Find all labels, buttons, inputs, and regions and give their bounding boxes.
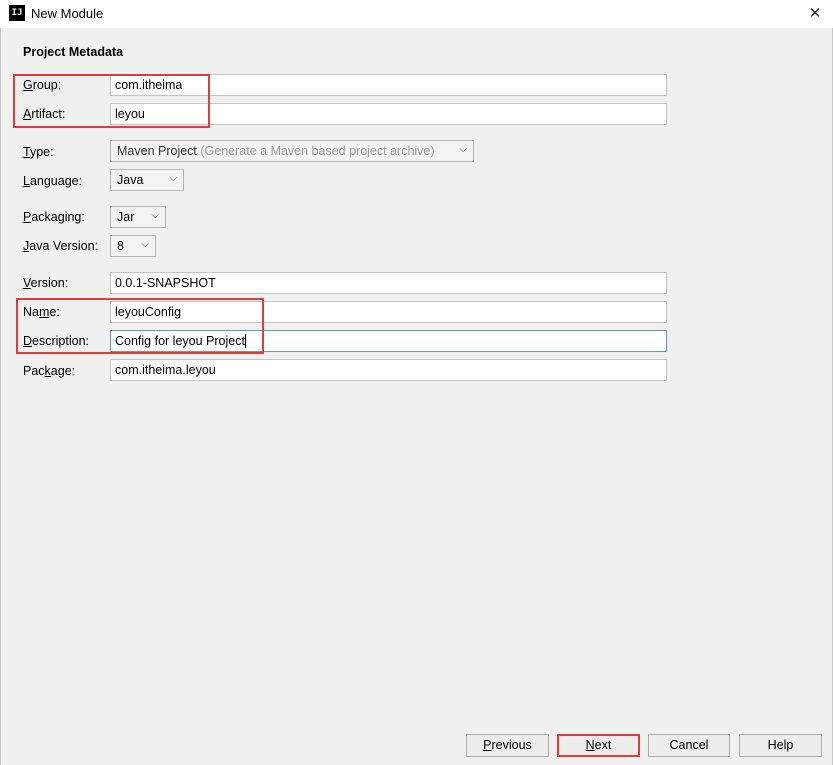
text-caret	[244, 334, 246, 348]
chevron-down-icon: ⌵	[151, 210, 159, 221]
package-label: Package:	[23, 364, 76, 378]
language-dropdown[interactable]: Java ⌵	[110, 169, 184, 191]
package-field[interactable]: com.itheima.leyou	[110, 359, 667, 381]
section-title: Project Metadata	[23, 45, 124, 59]
chevron-down-icon: ⌵	[459, 144, 467, 155]
artifact-label: Artifact:	[23, 107, 66, 121]
version-label: Version:	[23, 276, 69, 290]
language-label: Language:	[23, 174, 83, 188]
packaging-label: Packaging:	[23, 210, 85, 224]
group-field[interactable]: com.itheima	[110, 74, 667, 96]
type-dropdown[interactable]: Maven Project (Generate a Maven based pr…	[110, 140, 474, 162]
next-button[interactable]: Next	[557, 734, 640, 757]
previous-button[interactable]: Previous	[466, 734, 549, 757]
chevron-down-icon: ⌵	[169, 173, 177, 184]
java-version-dropdown[interactable]: 8 ⌵	[110, 235, 156, 257]
java-version-label: Java Version:	[23, 239, 99, 253]
group-label: Group:	[23, 78, 62, 92]
title-bar: IJ New Module ✕	[0, 0, 833, 28]
cancel-button[interactable]: Cancel	[648, 734, 730, 757]
window-border-left	[0, 28, 1, 765]
artifact-field[interactable]: leyou	[110, 103, 667, 125]
description-field[interactable]: Config for leyou Project	[110, 330, 667, 352]
type-label: Type:	[23, 145, 54, 159]
help-button[interactable]: Help	[739, 734, 822, 757]
packaging-dropdown[interactable]: Jar ⌵	[110, 206, 166, 228]
intellij-app-icon: IJ	[9, 5, 25, 21]
window-title: New Module	[31, 6, 104, 21]
name-field[interactable]: leyouConfig	[110, 301, 667, 323]
version-field[interactable]: 0.0.1-SNAPSHOT	[110, 272, 667, 294]
description-label: Description:	[23, 334, 90, 348]
close-icon[interactable]: ✕	[805, 3, 825, 23]
chevron-down-icon: ⌵	[141, 239, 149, 250]
name-label: Name:	[23, 305, 60, 319]
